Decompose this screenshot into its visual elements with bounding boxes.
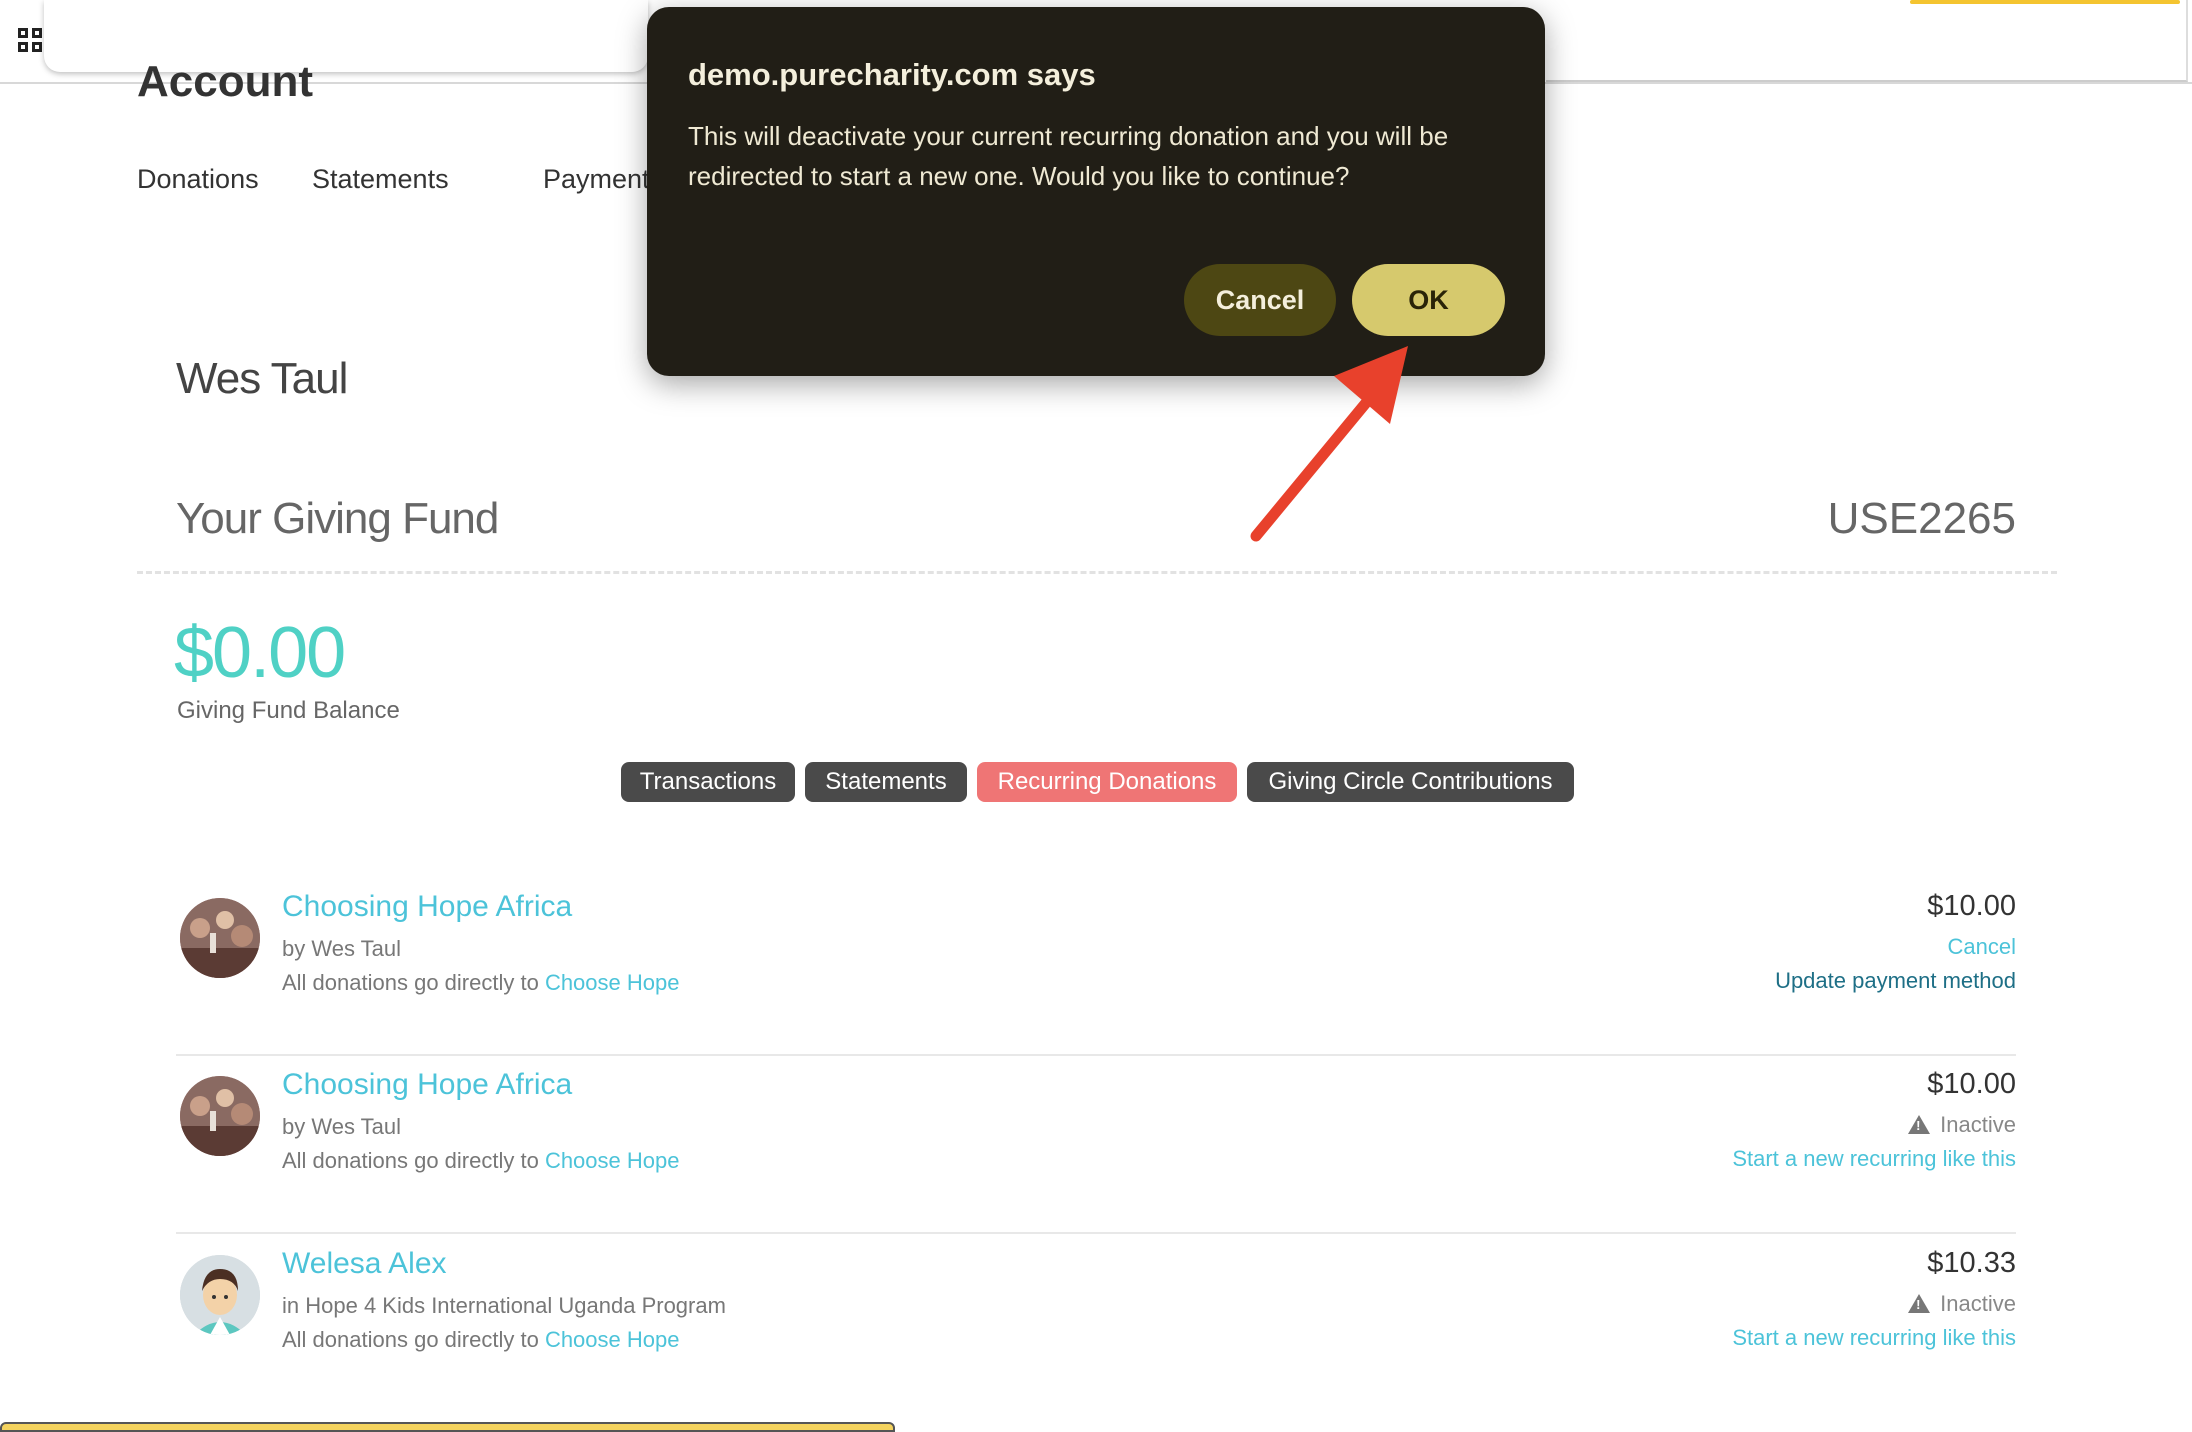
- annotation-arrow-icon: [1250, 346, 1408, 542]
